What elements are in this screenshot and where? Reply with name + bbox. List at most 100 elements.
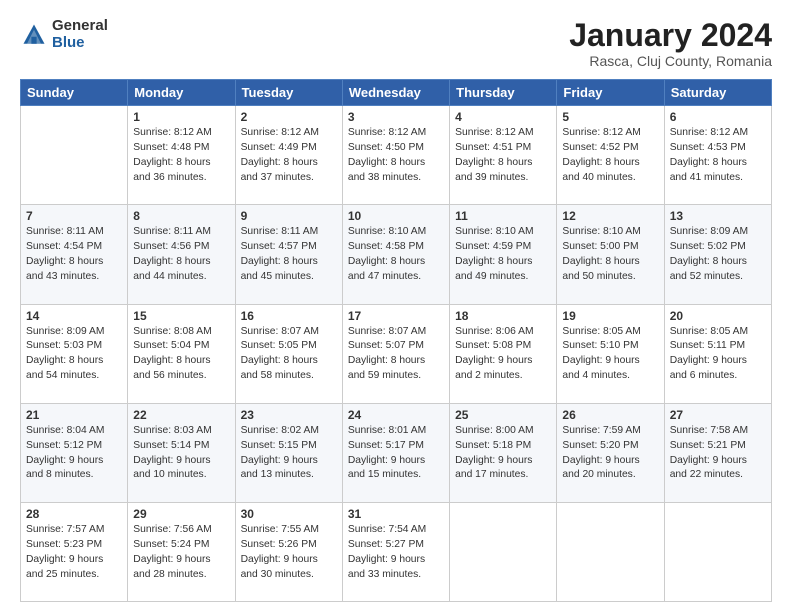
cell-info: Sunrise: 8:11 AM Sunset: 4:54 PM Dayligh… — [26, 225, 122, 285]
day-number: 3 — [348, 110, 444, 124]
calendar-week-row-2: 14Sunrise: 8:09 AM Sunset: 5:03 PM Dayli… — [21, 304, 772, 403]
day-number: 11 — [455, 209, 551, 223]
day-number: 2 — [241, 110, 337, 124]
calendar-cell: 29 Sunrise: 7:56 AM Sunset: 5:24 PM Dayli… — [128, 502, 235, 601]
day-number: 15 — [133, 309, 229, 323]
logo-general-text: General — [52, 18, 108, 35]
calendar-cell: 14Sunrise: 8:09 AM Sunset: 5:03 PM Dayli… — [21, 304, 128, 403]
col-thursday: Thursday — [450, 80, 557, 106]
day-number: 31 — [348, 507, 444, 521]
calendar-cell: 26 Sunrise: 7:59 AM Sunset: 5:20 PM Dayli… — [557, 403, 664, 502]
day-number: 27 — [670, 408, 766, 422]
cell-info: Sunrise: 8:12 AM Sunset: 4:51 PM Dayligh… — [455, 126, 551, 186]
calendar-cell: 21 Sunrise: 8:04 AM Sunset: 5:12 PM Dayli… — [21, 403, 128, 502]
cell-info: Sunrise: 8:12 AM Sunset: 4:48 PM Dayligh… — [133, 126, 229, 186]
day-number: 19 — [562, 309, 658, 323]
day-number: 22 — [133, 408, 229, 422]
calendar-cell — [557, 502, 664, 601]
cell-info: Sunrise: 7:56 AM Sunset: 5:24 PM Dayligh… — [133, 523, 229, 583]
logo-text: General Blue — [52, 18, 108, 51]
day-number: 10 — [348, 209, 444, 223]
cell-info: Sunrise: 8:06 AM Sunset: 5:08 PM Dayligh… — [455, 325, 551, 385]
calendar-cell: 20 Sunrise: 8:05 AM Sunset: 5:11 PM Dayli… — [664, 304, 771, 403]
cell-info: Sunrise: 8:02 AM Sunset: 5:15 PM Dayligh… — [241, 424, 337, 484]
cell-info: Sunrise: 8:07 AM Sunset: 5:07 PM Dayligh… — [348, 325, 444, 385]
day-number: 20 — [670, 309, 766, 323]
logo-icon — [20, 21, 48, 49]
calendar-cell: 22 Sunrise: 8:03 AM Sunset: 5:14 PM Dayli… — [128, 403, 235, 502]
day-number: 17 — [348, 309, 444, 323]
cell-info: Sunrise: 8:12 AM Sunset: 4:52 PM Dayligh… — [562, 126, 658, 186]
calendar-cell: 31 Sunrise: 7:54 AM Sunset: 5:27 PM Dayli… — [342, 502, 449, 601]
cell-info: Sunrise: 8:05 AM Sunset: 5:10 PM Dayligh… — [562, 325, 658, 385]
cell-info: Sunrise: 8:05 AM Sunset: 5:11 PM Dayligh… — [670, 325, 766, 385]
day-number: 6 — [670, 110, 766, 124]
cell-info: Sunrise: 7:54 AM Sunset: 5:27 PM Dayligh… — [348, 523, 444, 583]
day-number: 8 — [133, 209, 229, 223]
col-sunday: Sunday — [21, 80, 128, 106]
cell-info: Sunrise: 7:58 AM Sunset: 5:21 PM Dayligh… — [670, 424, 766, 484]
col-saturday: Saturday — [664, 80, 771, 106]
cell-info: Sunrise: 8:11 AM Sunset: 4:57 PM Dayligh… — [241, 225, 337, 285]
cell-info: Sunrise: 8:09 AM Sunset: 5:03 PM Dayligh… — [26, 325, 122, 385]
col-wednesday: Wednesday — [342, 80, 449, 106]
calendar-cell: 15 Sunrise: 8:08 AM Sunset: 5:04 PM Dayli… — [128, 304, 235, 403]
col-monday: Monday — [128, 80, 235, 106]
calendar-table: Sunday Monday Tuesday Wednesday Thursday… — [20, 79, 772, 602]
cell-info: Sunrise: 8:07 AM Sunset: 5:05 PM Dayligh… — [241, 325, 337, 385]
col-tuesday: Tuesday — [235, 80, 342, 106]
cell-info: Sunrise: 7:57 AM Sunset: 5:23 PM Dayligh… — [26, 523, 122, 583]
calendar-cell — [450, 502, 557, 601]
day-number: 25 — [455, 408, 551, 422]
day-number: 13 — [670, 209, 766, 223]
cell-info: Sunrise: 8:00 AM Sunset: 5:18 PM Dayligh… — [455, 424, 551, 484]
day-number: 4 — [455, 110, 551, 124]
title-location: Rasca, Cluj County, Romania — [569, 53, 772, 69]
calendar-cell: 8 Sunrise: 8:11 AM Sunset: 4:56 PM Daylig… — [128, 205, 235, 304]
day-number: 12 — [562, 209, 658, 223]
day-number: 9 — [241, 209, 337, 223]
calendar-cell — [664, 502, 771, 601]
calendar-cell: 1Sunrise: 8:12 AM Sunset: 4:48 PM Daylig… — [128, 106, 235, 205]
calendar-cell: 3Sunrise: 8:12 AM Sunset: 4:50 PM Daylig… — [342, 106, 449, 205]
cell-info: Sunrise: 8:10 AM Sunset: 4:59 PM Dayligh… — [455, 225, 551, 285]
day-number: 7 — [26, 209, 122, 223]
calendar-week-row-0: 1Sunrise: 8:12 AM Sunset: 4:48 PM Daylig… — [21, 106, 772, 205]
calendar-cell: 10 Sunrise: 8:10 AM Sunset: 4:58 PM Dayli… — [342, 205, 449, 304]
day-number: 24 — [348, 408, 444, 422]
day-number: 29 — [133, 507, 229, 521]
calendar-cell: 6Sunrise: 8:12 AM Sunset: 4:53 PM Daylig… — [664, 106, 771, 205]
title-month: January 2024 — [569, 18, 772, 53]
cell-info: Sunrise: 8:01 AM Sunset: 5:17 PM Dayligh… — [348, 424, 444, 484]
calendar-cell: 13Sunrise: 8:09 AM Sunset: 5:02 PM Dayli… — [664, 205, 771, 304]
cell-info: Sunrise: 8:10 AM Sunset: 4:58 PM Dayligh… — [348, 225, 444, 285]
calendar-cell: 30Sunrise: 7:55 AM Sunset: 5:26 PM Dayli… — [235, 502, 342, 601]
cell-info: Sunrise: 8:03 AM Sunset: 5:14 PM Dayligh… — [133, 424, 229, 484]
calendar-cell: 18 Sunrise: 8:06 AM Sunset: 5:08 PM Dayli… — [450, 304, 557, 403]
day-number: 21 — [26, 408, 122, 422]
cell-info: Sunrise: 8:10 AM Sunset: 5:00 PM Dayligh… — [562, 225, 658, 285]
calendar-cell: 19 Sunrise: 8:05 AM Sunset: 5:10 PM Dayli… — [557, 304, 664, 403]
logo: General Blue — [20, 18, 108, 51]
logo-blue-text: Blue — [52, 35, 108, 52]
day-number: 30 — [241, 507, 337, 521]
cell-info: Sunrise: 8:08 AM Sunset: 5:04 PM Dayligh… — [133, 325, 229, 385]
day-number: 23 — [241, 408, 337, 422]
calendar-cell — [21, 106, 128, 205]
calendar-week-row-1: 7 Sunrise: 8:11 AM Sunset: 4:54 PM Daylig… — [21, 205, 772, 304]
cell-info: Sunrise: 7:59 AM Sunset: 5:20 PM Dayligh… — [562, 424, 658, 484]
cell-info: Sunrise: 8:11 AM Sunset: 4:56 PM Dayligh… — [133, 225, 229, 285]
day-number: 16 — [241, 309, 337, 323]
calendar-cell: 9 Sunrise: 8:11 AM Sunset: 4:57 PM Daylig… — [235, 205, 342, 304]
day-number: 18 — [455, 309, 551, 323]
day-number: 26 — [562, 408, 658, 422]
calendar-cell: 7 Sunrise: 8:11 AM Sunset: 4:54 PM Daylig… — [21, 205, 128, 304]
calendar-cell: 17 Sunrise: 8:07 AM Sunset: 5:07 PM Dayli… — [342, 304, 449, 403]
calendar-cell: 23 Sunrise: 8:02 AM Sunset: 5:15 PM Dayli… — [235, 403, 342, 502]
calendar-cell: 24 Sunrise: 8:01 AM Sunset: 5:17 PM Dayli… — [342, 403, 449, 502]
calendar-cell: 11 Sunrise: 8:10 AM Sunset: 4:59 PM Dayli… — [450, 205, 557, 304]
calendar-header-row: Sunday Monday Tuesday Wednesday Thursday… — [21, 80, 772, 106]
day-number: 5 — [562, 110, 658, 124]
cell-info: Sunrise: 8:12 AM Sunset: 4:49 PM Dayligh… — [241, 126, 337, 186]
cell-info: Sunrise: 8:04 AM Sunset: 5:12 PM Dayligh… — [26, 424, 122, 484]
